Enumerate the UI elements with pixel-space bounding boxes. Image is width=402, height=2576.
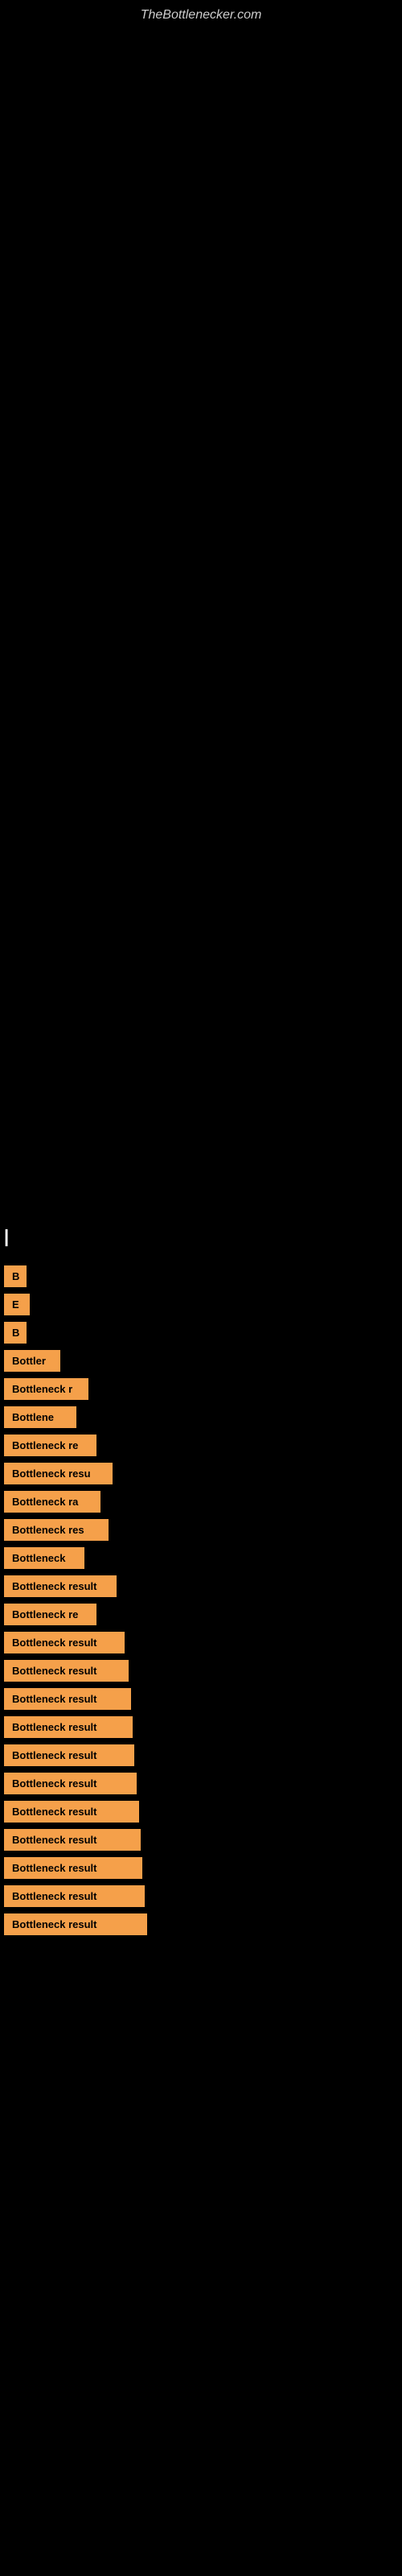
bottleneck-item-4: Bottler: [4, 1350, 60, 1372]
bottleneck-item-17: Bottleneck result: [4, 1716, 133, 1738]
bottleneck-item-11: Bottleneck: [4, 1547, 84, 1569]
bottleneck-item-15: Bottleneck result: [4, 1660, 129, 1682]
bottleneck-item-24: Bottleneck result: [4, 1913, 147, 1935]
bottleneck-item-5: Bottleneck r: [4, 1378, 88, 1400]
bottleneck-item-2: E: [4, 1294, 30, 1315]
bottleneck-item-3: B: [4, 1322, 27, 1344]
chart-area: [0, 27, 402, 1218]
bottleneck-item-14: Bottleneck result: [4, 1632, 125, 1653]
bottleneck-item-7: Bottleneck re: [4, 1435, 96, 1456]
bottleneck-item-23: Bottleneck result: [4, 1885, 145, 1907]
site-title: TheBottlenecker.com: [0, 0, 402, 27]
bottleneck-item-21: Bottleneck result: [4, 1829, 141, 1851]
bottleneck-item-18: Bottleneck result: [4, 1744, 134, 1766]
page-wrapper: TheBottlenecker.com | BEB Bottler Bottlene…: [0, 0, 402, 1935]
bottleneck-item-13: Bottleneck re: [4, 1604, 96, 1625]
bottleneck-item-8: Bottleneck resu: [4, 1463, 113, 1484]
bottleneck-item-10: Bottleneck res: [4, 1519, 109, 1541]
bottleneck-item-12: Bottleneck result: [4, 1575, 117, 1597]
bottleneck-item-6: Bottlene: [4, 1406, 76, 1428]
bottleneck-item-20: Bottleneck result: [4, 1801, 139, 1823]
label-text: |: [0, 1218, 402, 1255]
bottleneck-item-1: B: [4, 1265, 27, 1287]
bottleneck-item-22: Bottleneck result: [4, 1857, 142, 1879]
items-container: BEB Bottler Bottleneck r Bottlene Bottleneck…: [0, 1255, 402, 1935]
bottleneck-item-16: Bottleneck result: [4, 1688, 131, 1710]
bottleneck-item-9: Bottleneck ra: [4, 1491, 100, 1513]
bottleneck-item-19: Bottleneck result: [4, 1773, 137, 1794]
